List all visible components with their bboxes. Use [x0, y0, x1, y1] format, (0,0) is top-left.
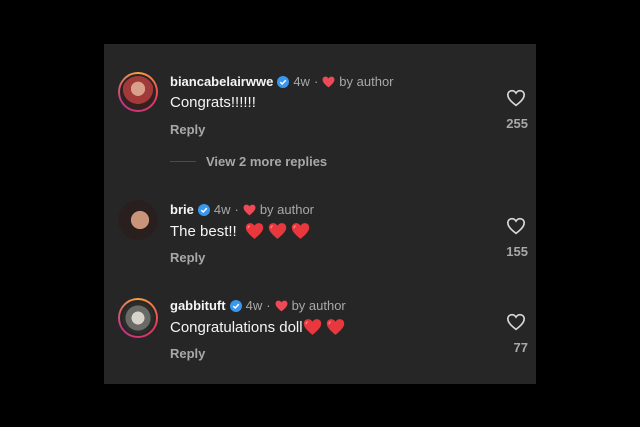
comment-text: The best!! [170, 222, 310, 240]
timestamp: 4w [213, 202, 231, 217]
thread-line [170, 161, 196, 162]
liked-by-author-label: by author [339, 74, 394, 89]
heart-icon [275, 300, 288, 312]
screen: biancabelairwwe 4w · by author Congrats!… [0, 0, 640, 427]
red-heart-icon [326, 318, 345, 336]
heart-icon [322, 76, 335, 88]
like-count: 255 [506, 116, 528, 131]
red-heart-icon [268, 222, 287, 240]
avatar[interactable] [118, 72, 158, 112]
avatar-photo [120, 74, 156, 110]
comment-body: Congratulations doll [170, 318, 303, 336]
like-heart-icon[interactable] [506, 217, 526, 235]
separator: · [313, 74, 319, 89]
username[interactable]: gabbituft [170, 298, 226, 313]
reply-button[interactable]: Reply [170, 122, 205, 137]
like-heart-icon[interactable] [506, 89, 526, 107]
avatar-photo [118, 200, 158, 240]
username[interactable]: biancabelairwwe [170, 74, 273, 89]
view-more-replies-button[interactable]: View 2 more replies [170, 154, 327, 169]
comment-meta: biancabelairwwe 4w · by author [170, 74, 394, 89]
verified-badge-icon [277, 75, 290, 88]
timestamp: 4w [245, 298, 263, 313]
comment-body: Congrats!!!!!! [170, 94, 256, 111]
avatar[interactable] [118, 200, 158, 240]
comment-text: Congratulations doll [170, 318, 345, 336]
comment-meta: gabbituft 4w · by author [170, 298, 346, 313]
reply-button[interactable]: Reply [170, 346, 205, 361]
avatar-photo [120, 300, 156, 336]
red-heart-icon [303, 318, 322, 336]
like-count: 155 [506, 244, 528, 259]
verified-badge-icon [229, 299, 242, 312]
view-more-replies-label: View 2 more replies [206, 154, 328, 169]
verified-badge-icon [197, 203, 210, 216]
red-heart-icon [291, 222, 310, 240]
separator: · [234, 202, 239, 217]
comment-body: The best!! [170, 222, 237, 240]
heart-icon [243, 204, 256, 216]
reply-button[interactable]: Reply [170, 250, 205, 265]
comments-panel: biancabelairwwe 4w · by author Congrats!… [104, 44, 536, 384]
liked-by-author-label: by author [291, 298, 346, 313]
username[interactable]: brie [170, 202, 194, 217]
separator: · [266, 298, 271, 313]
comment-text: Congrats!!!!!! [170, 94, 256, 111]
like-heart-icon[interactable] [506, 313, 526, 331]
avatar[interactable] [118, 298, 158, 338]
comment-meta: brie 4w · by author [170, 202, 314, 217]
timestamp: 4w [293, 74, 310, 89]
liked-by-author-label: by author [259, 202, 315, 217]
red-heart-icon [245, 222, 264, 240]
like-count: 77 [513, 340, 528, 355]
